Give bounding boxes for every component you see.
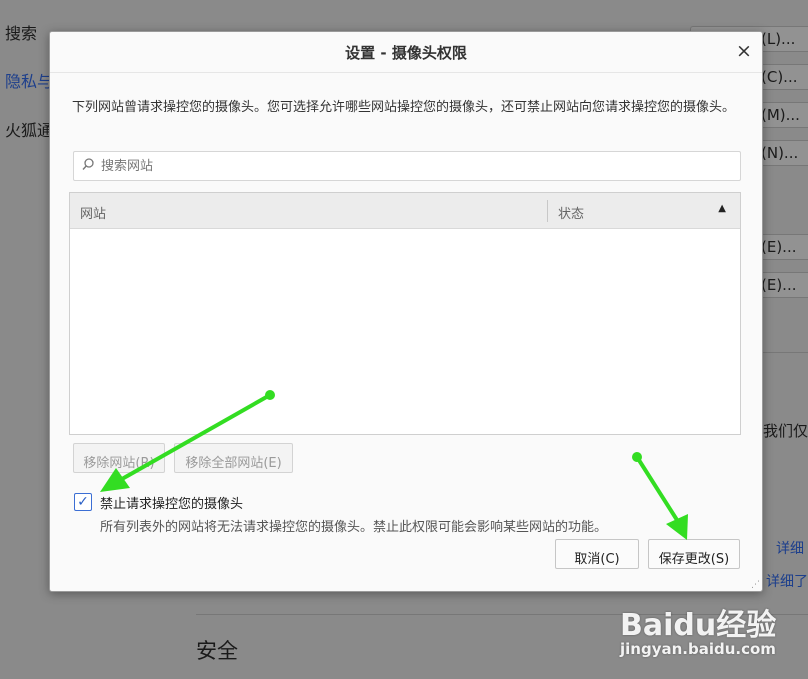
search-input[interactable]: [101, 156, 731, 176]
remove-site-button[interactable]: 移除网站(R): [73, 443, 165, 473]
site-permissions-table: 网站 状态 ▲: [69, 192, 741, 435]
bg-divider: [762, 352, 808, 353]
block-requests-checkbox[interactable]: ✓: [74, 493, 92, 511]
dialog-title: 设置 - 摄像头权限: [345, 44, 467, 62]
block-requests-note: 所有列表外的网站将无法请求操控您的摄像头。禁止此权限可能会影响某些网站的功能。: [100, 520, 608, 535]
table-header: 网站 状态 ▲: [70, 193, 740, 229]
bg-section-heading-security: 安全: [196, 639, 238, 663]
close-icon: ×: [736, 40, 752, 62]
dialog-header: 设置 - 摄像头权限 ×: [50, 32, 762, 73]
dialog-description: 下列网站曾请求操控您的摄像头。您可选择允许哪些网站操控您的摄像头，还可禁止网站向…: [72, 100, 736, 115]
bg-link-learn-more-1: 详细: [776, 541, 804, 557]
search-icon: [82, 158, 94, 175]
cancel-button[interactable]: 取消(C): [555, 539, 639, 569]
camera-permissions-dialog: 设置 - 摄像头权限 × 下列网站曾请求操控您的摄像头。您可选择允许哪些网站操控…: [49, 31, 763, 592]
watermark-url: jingyan.baidu.com: [620, 640, 776, 658]
save-changes-button[interactable]: 保存更改(S): [648, 539, 740, 569]
checkmark-icon: ✓: [77, 494, 89, 510]
column-divider: [547, 200, 548, 222]
search-field[interactable]: [73, 151, 741, 181]
column-header-status[interactable]: 状态: [558, 203, 584, 222]
bg-link-learn-more-2: 详细了: [766, 574, 808, 590]
sidebar-item-search: 搜索: [5, 24, 38, 43]
block-requests-label[interactable]: 禁止请求操控您的摄像头: [100, 493, 243, 512]
sidebar-item-firefox-account: 火狐通: [5, 121, 54, 140]
sort-ascending-icon[interactable]: ▲: [718, 203, 726, 214]
bg-text-fragment: 我们仅: [763, 422, 808, 440]
sidebar-item-privacy: 隐私与: [5, 72, 54, 91]
baidu-watermark: Baidu经验 jingyan.baidu.com: [620, 594, 808, 679]
watermark-logo: Baidu经验: [620, 608, 777, 643]
column-header-site[interactable]: 网站: [80, 203, 106, 222]
close-button[interactable]: ×: [734, 41, 754, 61]
resize-grip-icon[interactable]: ⋰: [751, 580, 760, 590]
remove-all-sites-button[interactable]: 移除全部网站(E): [174, 443, 293, 473]
